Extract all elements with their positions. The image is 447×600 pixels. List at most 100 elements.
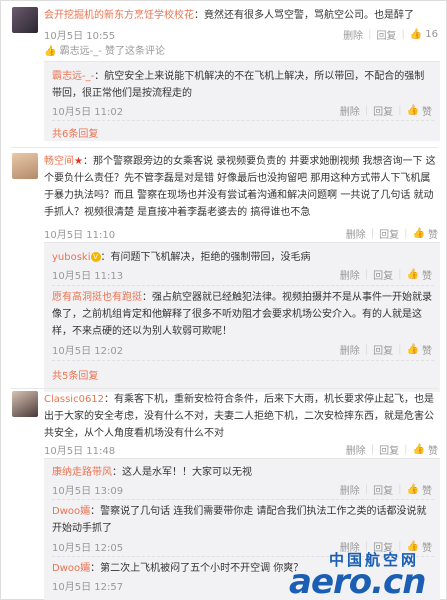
divider bbox=[52, 120, 434, 121]
comment-actions: 删除 | 回复 | 👍 16 bbox=[343, 27, 438, 42]
divider bbox=[52, 360, 434, 361]
reply-button[interactable]: 回复 bbox=[373, 342, 393, 357]
thumbs-up-icon: 👍 bbox=[406, 484, 419, 495]
reply-author[interactable]: 愿有高洞挺也有跑挺 bbox=[52, 292, 142, 303]
reply-meta: 10月5日 11:13 删除 | 回复 | 👍 赞 bbox=[52, 267, 434, 282]
separator: | bbox=[398, 484, 402, 495]
like-button[interactable]: 👍 赞 bbox=[413, 226, 438, 241]
like-button[interactable]: 👍 赞 bbox=[407, 103, 432, 118]
thumbs-up-icon: 👍 bbox=[412, 228, 425, 239]
delete-button[interactable]: 删除 bbox=[340, 267, 360, 282]
reply-button[interactable]: 回复 bbox=[379, 442, 399, 457]
reply-button[interactable]: 回复 bbox=[376, 27, 396, 42]
comment-time: 10月5日 10:55 bbox=[44, 31, 116, 42]
reply-time: 10月5日 13:09 bbox=[52, 486, 124, 497]
reply-author[interactable]: 霸志远-_- bbox=[52, 71, 94, 82]
comment-meta: 10月5日 11:10 删除 | 回复 | 👍 赞 bbox=[44, 226, 440, 241]
comment-time: 10月5日 11:48 bbox=[44, 446, 116, 457]
reply-body: 霸志远-_-：航空安全上来说能下机解决的不在飞机上解决，所以带回，不配合的强制带… bbox=[52, 68, 434, 102]
reply-author[interactable]: Dwoo孀 bbox=[52, 506, 90, 517]
comment-author[interactable]: Classic0612 bbox=[44, 394, 104, 405]
reply-time: 10月5日 11:02 bbox=[52, 107, 124, 118]
like-button[interactable]: 👍 赞 bbox=[407, 342, 432, 357]
reply-text: ：有问题下飞机解决，拒绝的强制带回，没毛病 bbox=[100, 252, 311, 263]
comment-author[interactable]: 畅空间 bbox=[44, 156, 74, 167]
comment-text: ：那个警察跟旁边的女乘客说 录视频要负责的 并要求她删视频 我想咨询一下 这个要… bbox=[44, 156, 436, 218]
divider bbox=[52, 499, 434, 500]
comment-actions: 删除 | 回复 | 👍 赞 bbox=[346, 226, 438, 241]
comment-actions: 删除 | 回复 | 👍 赞 bbox=[346, 442, 438, 457]
delete-button[interactable]: 删除 bbox=[340, 482, 360, 497]
thumbs-up-icon: 👍 bbox=[44, 46, 57, 57]
reply-time: 10月5日 12:05 bbox=[52, 543, 124, 554]
delete-button[interactable]: 删除 bbox=[340, 103, 360, 118]
reply-text: ：航空安全上来说能下机解决的不在飞机上解决，所以带回，不配合的强制带回，很正常他… bbox=[52, 71, 425, 99]
separator: | bbox=[364, 105, 369, 116]
reply-actions: 删除 | 回复 | 👍 赞 bbox=[340, 342, 432, 357]
reply-text: ：这人是水军！！大家可以无视 bbox=[112, 467, 252, 478]
separator: | bbox=[370, 444, 375, 455]
reply-button[interactable]: 回复 bbox=[379, 226, 399, 241]
reply-author[interactable]: yuboski bbox=[52, 252, 91, 263]
separator: | bbox=[368, 29, 372, 40]
like-label: 赞 bbox=[428, 446, 438, 457]
separator: | bbox=[398, 344, 402, 355]
verified-badge-icon: V bbox=[90, 252, 101, 262]
avatar[interactable] bbox=[12, 153, 38, 179]
thumbs-up-icon: 👍 bbox=[406, 269, 419, 280]
thumbs-up-icon: 👍 bbox=[406, 344, 419, 355]
separator: | bbox=[398, 269, 402, 280]
more-replies-link[interactable]: 共5条回复 bbox=[52, 367, 98, 382]
liked-by-text: 霸志远-_- 赞了这条评论 bbox=[59, 46, 166, 57]
reply-box: yuboski V ：有问题下飞机解决，拒绝的强制带回，没毛病 10月5日 11:1… bbox=[44, 242, 440, 392]
reply-meta: 10月5日 11:02 删除 | 回复 | 👍 赞 bbox=[52, 103, 434, 118]
reply-actions: 删除 | 回复 | 👍 赞 bbox=[340, 103, 432, 118]
like-label: 赞 bbox=[428, 230, 438, 241]
logo-text-en: aero.cn bbox=[289, 562, 426, 600]
reply-body: yuboski V ：有问题下飞机解决，拒绝的强制带回，没毛病 bbox=[52, 249, 434, 266]
reply-author[interactable]: Dwoo孀 bbox=[52, 563, 90, 574]
reply-button[interactable]: 回复 bbox=[373, 267, 393, 282]
reply-button[interactable]: 回复 bbox=[373, 103, 393, 118]
reply-author[interactable]: 康纳走路带风 bbox=[52, 467, 112, 478]
reply-body: 愿有高洞挺也有跑挺：强占航空器就已经触犯法律。视频拍摄并不是从事件一开始就录像了… bbox=[52, 289, 434, 340]
delete-button[interactable]: 删除 bbox=[346, 226, 366, 241]
comment-author[interactable]: 会开挖掘机的新东方烹饪学校校花 bbox=[44, 10, 194, 21]
reply-time: 10月5日 11:13 bbox=[52, 271, 124, 282]
reply-actions: 删除 | 回复 | 👍 赞 bbox=[340, 267, 432, 282]
comment-body: 畅空间★：那个警察跟旁边的女乘客说 录视频要负责的 并要求她删视频 我想咨询一下… bbox=[44, 153, 440, 221]
more-replies-link[interactable]: 共6条回复 bbox=[52, 125, 98, 140]
comment-body: Classic0612：有乘客下机，重新安检符合条件，后来下大雨，机长要求停止起… bbox=[44, 391, 440, 442]
reply-body: Dwoo孀：警察说了几句话 连我们需要带你走 请配合我们执法工作之类的话都没说就… bbox=[52, 503, 434, 537]
separator: | bbox=[370, 228, 375, 239]
like-button[interactable]: 👍 16 bbox=[410, 29, 438, 40]
delete-button[interactable]: 删除 bbox=[340, 342, 360, 357]
comment-meta: 10月5日 10:55 删除 | 回复 | 👍 16 bbox=[44, 27, 440, 42]
delete-button[interactable]: 删除 bbox=[343, 27, 363, 42]
avatar[interactable] bbox=[12, 7, 38, 33]
comment-meta: 10月5日 11:48 删除 | 回复 | 👍 赞 bbox=[44, 442, 440, 457]
reply-text: ：第二次上飞机被闷了五个小时不开空调 你爽？ bbox=[90, 563, 304, 574]
divider bbox=[52, 285, 434, 286]
watermark-logo: 中国航空网 aero.cn bbox=[289, 549, 444, 600]
like-label: 赞 bbox=[422, 107, 432, 118]
reply-button[interactable]: 回复 bbox=[373, 482, 393, 497]
like-label: 赞 bbox=[422, 346, 432, 357]
liked-by-notice: 👍 霸志远-_- 赞了这条评论 bbox=[44, 42, 440, 57]
like-count: 16 bbox=[425, 29, 438, 40]
reply-meta: 10月5日 12:02 删除 | 回复 | 👍 赞 bbox=[52, 342, 434, 357]
avatar[interactable] bbox=[12, 391, 38, 417]
reply-text: ：警察说了几句话 连我们需要带你走 请配合我们执法工作之类的话都没说就开始动手抓… bbox=[52, 506, 427, 534]
thumbs-up-icon: 👍 bbox=[406, 105, 419, 116]
like-button[interactable]: 👍 赞 bbox=[407, 267, 432, 282]
like-button[interactable]: 👍 赞 bbox=[413, 442, 438, 457]
separator: | bbox=[401, 29, 405, 40]
comment-text: ：竟然还有很多人骂空警，骂航空公司。也是醉了 bbox=[194, 10, 414, 21]
delete-button[interactable]: 删除 bbox=[346, 442, 366, 457]
separator: | bbox=[364, 269, 369, 280]
like-button[interactable]: 👍 赞 bbox=[407, 482, 432, 497]
comment-body: 会开挖掘机的新东方烹饪学校校花：竟然还有很多人骂空警，骂航空公司。也是醉了 bbox=[44, 7, 440, 24]
separator: | bbox=[364, 484, 369, 495]
thumbs-up-icon: 👍 bbox=[409, 29, 423, 40]
separator: | bbox=[398, 105, 402, 116]
